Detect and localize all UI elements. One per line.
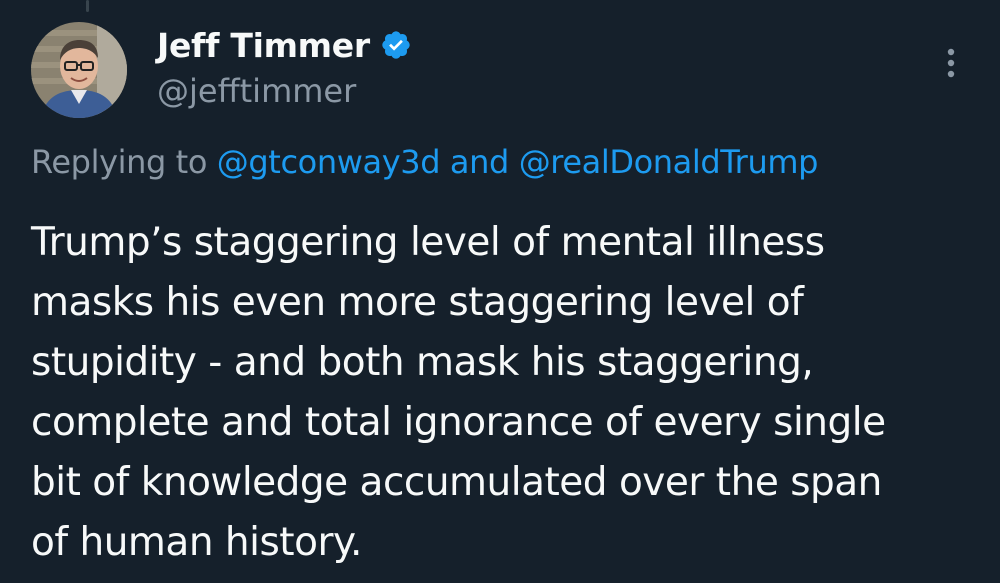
- tweet-card: Jeff Timmer @jefftimmer Replying to @gtc…: [0, 0, 1000, 583]
- author-info: Jeff Timmer @jefftimmer: [157, 24, 412, 110]
- thread-connector-line: [86, 0, 89, 12]
- author-display-name[interactable]: Jeff Timmer: [157, 26, 370, 65]
- mention-link-gtconway3d[interactable]: @gtconway3d: [217, 143, 441, 181]
- replying-to-line: Replying to @gtconway3d and @realDonaldT…: [31, 143, 818, 181]
- author-avatar[interactable]: [31, 22, 127, 118]
- mention-connector[interactable]: and: [450, 143, 509, 181]
- author-name-row: Jeff Timmer: [157, 24, 412, 66]
- person-avatar-icon: [31, 22, 127, 118]
- author-handle[interactable]: @jefftimmer: [157, 72, 412, 110]
- verified-badge-icon[interactable]: [380, 29, 412, 61]
- tweet-text: Trump’s staggering level of mental illne…: [31, 220, 886, 565]
- more-options-icon[interactable]: [936, 44, 966, 84]
- mention-link-realdonaldtrump[interactable]: @realDonaldTrump: [519, 143, 819, 181]
- replying-to-label: Replying to: [31, 143, 208, 181]
